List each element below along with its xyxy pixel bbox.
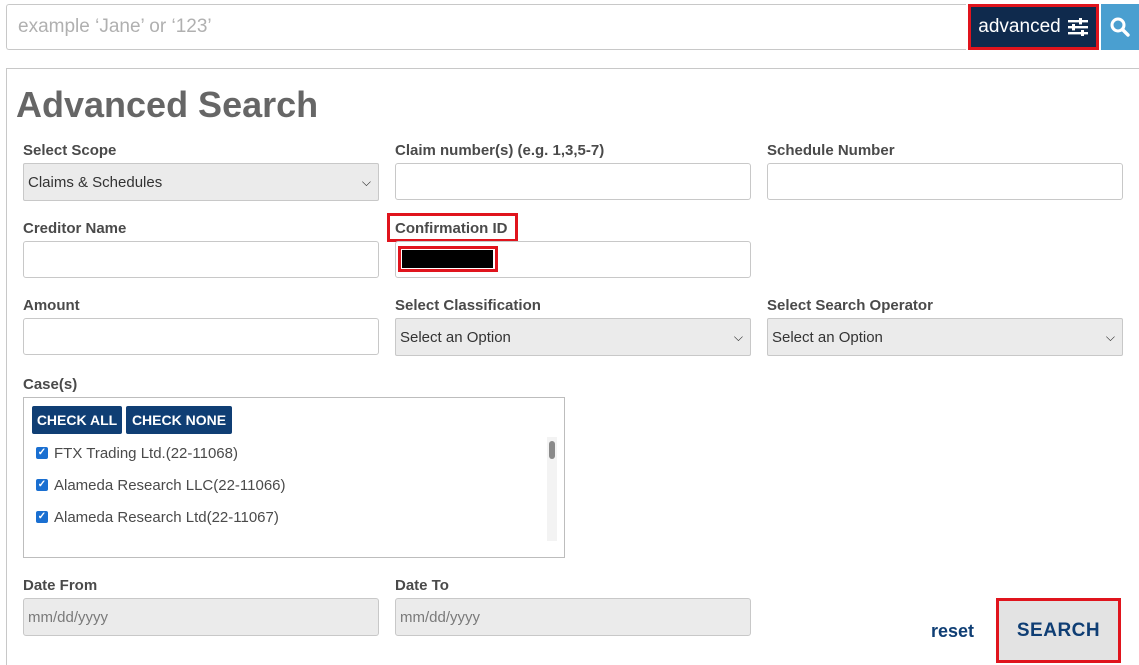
search-operator-select[interactable]: Select an Option ⌵ bbox=[767, 318, 1123, 356]
scope-select[interactable]: Claims & Schedules ⌵ bbox=[23, 163, 379, 201]
quick-search-button[interactable] bbox=[1101, 4, 1139, 50]
chevron-down-icon: ⌵ bbox=[733, 329, 743, 344]
checkbox-checked-icon[interactable]: ✓ bbox=[36, 511, 48, 523]
scope-select-value: Claims & Schedules bbox=[28, 173, 163, 191]
date-from-input[interactable]: mm/dd/yyyy bbox=[23, 598, 379, 636]
confirmation-id-label: Confirmation ID bbox=[395, 220, 508, 237]
search-operator-select-value: Select an Option bbox=[772, 328, 883, 346]
check-all-button[interactable]: CHECK ALL bbox=[32, 406, 122, 434]
quick-search-input[interactable] bbox=[6, 4, 966, 50]
redacted-value bbox=[402, 250, 493, 268]
case-item[interactable]: ✓ Alameda Research Ltd(22-11067) bbox=[36, 507, 279, 527]
case-item-label: Alameda Research Ltd(22-11067) bbox=[54, 508, 279, 526]
classification-select[interactable]: Select an Option ⌵ bbox=[395, 318, 751, 356]
advanced-toggle-button[interactable]: advanced bbox=[968, 4, 1099, 50]
chevron-down-icon: ⌵ bbox=[1105, 329, 1115, 344]
scope-label: Select Scope bbox=[23, 142, 117, 159]
creditor-name-input[interactable] bbox=[23, 241, 379, 278]
case-item-label: FTX Trading Ltd.(22-11068) bbox=[54, 444, 238, 462]
schedule-number-input[interactable] bbox=[767, 163, 1123, 200]
date-to-label: Date To bbox=[395, 577, 449, 594]
chevron-down-icon: ⌵ bbox=[361, 174, 371, 189]
creditor-name-label: Creditor Name bbox=[23, 220, 127, 237]
cases-label: Case(s) bbox=[23, 376, 78, 393]
claim-numbers-label: Claim number(s) (e.g. 1,3,5-7) bbox=[395, 142, 605, 159]
search-button[interactable]: SEARCH bbox=[996, 598, 1121, 663]
sliders-icon bbox=[1067, 18, 1088, 36]
advanced-label: advanced bbox=[978, 16, 1061, 37]
date-to-placeholder: mm/dd/yyyy bbox=[400, 608, 481, 626]
magnifier-icon bbox=[1110, 17, 1130, 37]
case-item[interactable]: ✓ Alameda Research LLC(22-11066) bbox=[36, 475, 286, 495]
top-search-bar: advanced bbox=[6, 4, 1139, 50]
page-title: Advanced Search bbox=[16, 84, 319, 125]
search-button-label: SEARCH bbox=[1016, 619, 1101, 641]
case-item[interactable]: ✓ FTX Trading Ltd.(22-11068) bbox=[36, 443, 238, 463]
case-item-label: Alameda Research LLC(22-11066) bbox=[54, 476, 286, 494]
checkbox-checked-icon[interactable]: ✓ bbox=[36, 447, 48, 459]
check-none-button[interactable]: CHECK NONE bbox=[126, 406, 232, 434]
schedule-number-label: Schedule Number bbox=[767, 142, 895, 159]
date-to-input[interactable]: mm/dd/yyyy bbox=[395, 598, 751, 636]
classification-select-value: Select an Option bbox=[400, 328, 511, 346]
claim-numbers-input[interactable] bbox=[395, 163, 751, 200]
date-from-placeholder: mm/dd/yyyy bbox=[28, 608, 109, 626]
search-operator-label: Select Search Operator bbox=[767, 297, 933, 314]
amount-label: Amount bbox=[23, 297, 80, 314]
classification-label: Select Classification bbox=[395, 297, 541, 314]
reset-link[interactable]: reset bbox=[931, 621, 974, 642]
checkbox-checked-icon[interactable]: ✓ bbox=[36, 479, 48, 491]
cases-scrollbar-thumb[interactable] bbox=[549, 441, 555, 459]
amount-input[interactable] bbox=[23, 318, 379, 355]
date-from-label: Date From bbox=[23, 577, 98, 594]
